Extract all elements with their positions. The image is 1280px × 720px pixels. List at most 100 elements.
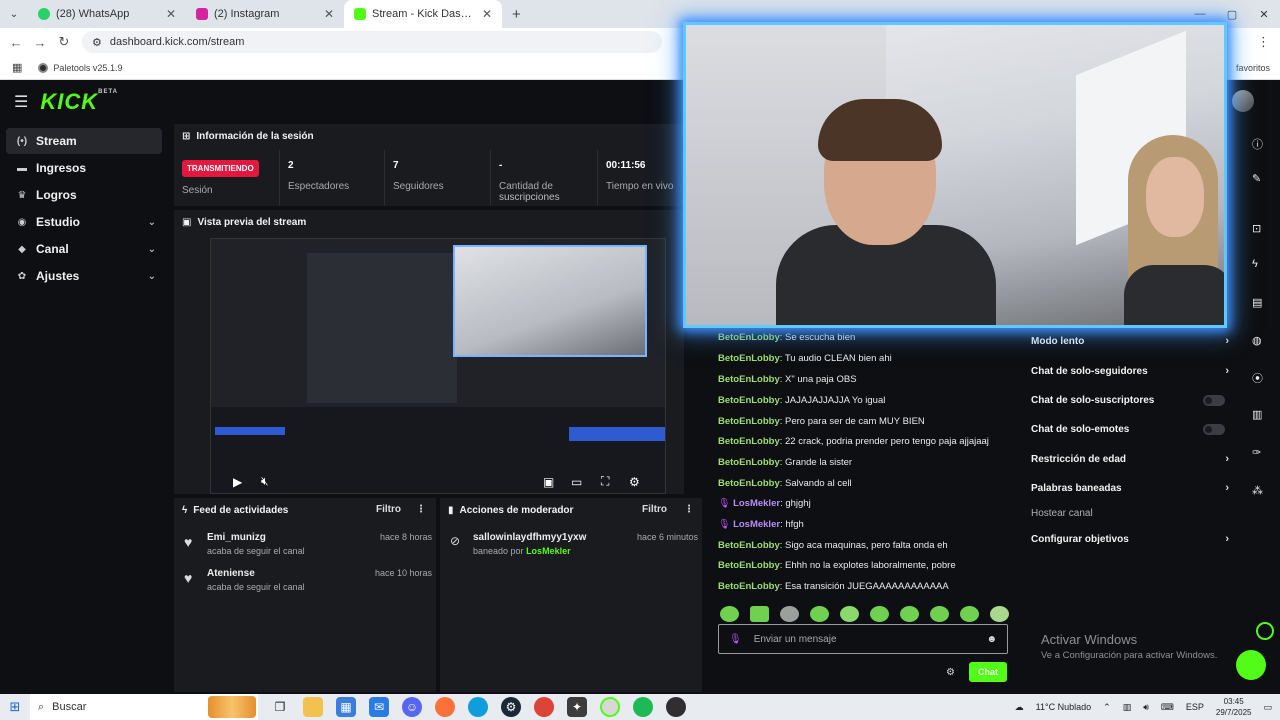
emote-icon[interactable]: [780, 606, 799, 622]
keyboard-icon[interactable]: ⌨: [1161, 702, 1174, 713]
obs-icon[interactable]: [666, 697, 686, 717]
fullscreen-icon[interactable]: ⛶: [601, 474, 609, 489]
theater-icon[interactable]: ▭: [571, 475, 582, 489]
stream-preview-video[interactable]: ▶ 🔇︎ ▣ ▭ ⛶ ⚙: [210, 238, 666, 494]
help-chat-icon[interactable]: [1236, 650, 1266, 680]
network-icon[interactable]: ▥: [1123, 702, 1132, 713]
setting-host-channel[interactable]: Hostear canal: [1031, 508, 1229, 519]
close-icon[interactable]: ✕: [482, 7, 492, 21]
pip-icon[interactable]: ▣: [543, 475, 554, 489]
emotes-only-toggle[interactable]: [1203, 424, 1225, 435]
chat-username[interactable]: BetoEnLobby: [718, 332, 780, 343]
clock[interactable]: 03:45 29/7/2025: [1216, 696, 1252, 718]
app-icon[interactable]: ✦: [567, 697, 587, 717]
edit-icon[interactable]: ✎: [1252, 172, 1261, 185]
play-icon[interactable]: ▶: [233, 475, 242, 489]
sidebar-item-estudio[interactable]: ◉ Estudio ⌄: [6, 209, 162, 235]
setting-emotes-only[interactable]: Chat de solo-emotes: [1031, 424, 1229, 435]
settings-icon[interactable]: ⚙: [629, 475, 640, 489]
chat-username[interactable]: BetoEnLobby: [718, 540, 780, 551]
edge-icon[interactable]: [468, 697, 488, 717]
more-icon[interactable]: ⋮: [416, 504, 426, 515]
chat-username[interactable]: BetoEnLobby: [718, 374, 780, 385]
forward-icon[interactable]: →: [28, 35, 52, 50]
emote-icon[interactable]: [810, 606, 829, 622]
moderator-name[interactable]: LosMekler: [526, 546, 571, 556]
sidebar-item-ingresos[interactable]: ▬ Ingresos: [6, 155, 162, 181]
layers-icon[interactable]: ▥: [1252, 408, 1262, 421]
chat-settings-icon[interactable]: ⚙: [946, 667, 955, 678]
chat-username[interactable]: BetoEnLobby: [718, 416, 780, 427]
chat-username[interactable]: LosMekler: [733, 519, 780, 530]
tab-list-icon[interactable]: ⌄: [0, 9, 28, 20]
weather-text[interactable]: 11°C Nublado: [1036, 702, 1091, 712]
chat-username[interactable]: LosMekler: [733, 498, 780, 509]
sidebar-item-logros[interactable]: ♛ Logros: [6, 182, 162, 208]
more-icon[interactable]: ⋮: [684, 504, 694, 515]
notifications-icon[interactable]: ▭: [1263, 702, 1272, 713]
language-indicator[interactable]: ESP: [1186, 702, 1204, 712]
mail-icon[interactable]: ✉: [369, 697, 389, 717]
kick-logo[interactable]: KICKBETA: [40, 89, 118, 115]
chat-username[interactable]: BetoEnLobby: [718, 395, 780, 406]
menu-icon[interactable]: ⋮: [1257, 34, 1270, 50]
site-info-icon[interactable]: ⚙: [92, 36, 102, 49]
banned-user[interactable]: sallowinlaydfhmyy1yxw: [473, 532, 586, 543]
apps-grid-icon[interactable]: ▦: [12, 61, 22, 74]
close-icon[interactable]: ✕: [324, 7, 334, 21]
task-view-icon[interactable]: ❐: [270, 697, 290, 717]
reload-icon[interactable]: ↻: [52, 34, 76, 50]
chrome-profile-icon[interactable]: [600, 697, 620, 717]
mod-filter-button[interactable]: Filtro: [642, 504, 667, 515]
chrome-icon[interactable]: [534, 697, 554, 717]
scan-icon[interactable]: ⊡: [1252, 222, 1261, 235]
chat-input[interactable]: 🎙︎ Enviar un mensaje ☻: [718, 624, 1008, 654]
taskbar-search[interactable]: ⌕ Buscar: [30, 694, 258, 720]
mute-icon[interactable]: 🔇︎: [261, 474, 269, 489]
sidebar-item-ajustes[interactable]: ✿ Ajustes ⌄: [6, 263, 162, 289]
feed-filter-button[interactable]: Filtro: [376, 504, 401, 515]
document-icon[interactable]: ▤: [1252, 296, 1262, 309]
lightning-icon[interactable]: ϟ: [1252, 258, 1258, 270]
sidebar-item-canal[interactable]: ◆ Canal ⌄: [6, 236, 162, 262]
new-tab-button[interactable]: +: [502, 6, 531, 23]
info-icon[interactable]: ⓘ: [1252, 136, 1263, 152]
emote-icon[interactable]: [930, 606, 949, 622]
share-icon[interactable]: ⁂: [1252, 484, 1263, 497]
emote-icon[interactable]: [990, 606, 1009, 622]
emote-icon[interactable]: [870, 606, 889, 622]
emoji-icon[interactable]: ☻: [986, 634, 997, 645]
url-field[interactable]: ⚙ dashboard.kick.com/stream: [82, 31, 662, 53]
weather-icon[interactable]: ☁: [1015, 702, 1024, 713]
chat-username[interactable]: BetoEnLobby: [718, 457, 780, 468]
tab-instagram[interactable]: (2) Instagram ✕: [186, 0, 344, 28]
chat-username[interactable]: BetoEnLobby: [718, 436, 780, 447]
back-icon[interactable]: ←: [4, 35, 28, 50]
steam-icon[interactable]: ⚙: [501, 697, 521, 717]
sidebar-item-stream[interactable]: (•) Stream: [6, 128, 162, 154]
close-icon[interactable]: ✕: [166, 7, 176, 21]
setting-goals[interactable]: Configurar objetivos ›: [1031, 533, 1229, 545]
chat-username[interactable]: BetoEnLobby: [718, 478, 780, 489]
tab-kick[interactable]: Stream - Kick Dashboard ✕: [344, 0, 502, 28]
bookmark-paletools[interactable]: Paletools v25.1.9: [38, 62, 122, 73]
chat-username[interactable]: BetoEnLobby: [718, 560, 780, 571]
emote-icon[interactable]: [960, 606, 979, 622]
emote-icon[interactable]: [720, 606, 739, 622]
discord-icon[interactable]: ☺: [402, 697, 422, 717]
wrench-icon[interactable]: ✑: [1252, 446, 1261, 459]
assistant-icon[interactable]: [1256, 622, 1274, 640]
follower-name[interactable]: Ateniense: [207, 568, 255, 579]
avatar[interactable]: [1232, 90, 1254, 112]
broadcast-icon[interactable]: ⦿: [1252, 370, 1263, 386]
store-icon[interactable]: ▦: [336, 697, 356, 717]
setting-age-restriction[interactable]: Restricción de edad ›: [1031, 453, 1229, 465]
maximize-icon[interactable]: ▢: [1216, 8, 1248, 21]
chat-username[interactable]: BetoEnLobby: [718, 581, 780, 592]
close-window-icon[interactable]: ✕: [1248, 8, 1280, 21]
windows-start-icon[interactable]: ⊞: [0, 699, 30, 715]
chat-icon[interactable]: ◍: [1252, 334, 1262, 347]
follower-name[interactable]: Emi_munizg: [207, 532, 266, 543]
subs-only-toggle[interactable]: [1203, 395, 1225, 406]
volume-icon[interactable]: 🔊︎: [1143, 702, 1149, 713]
